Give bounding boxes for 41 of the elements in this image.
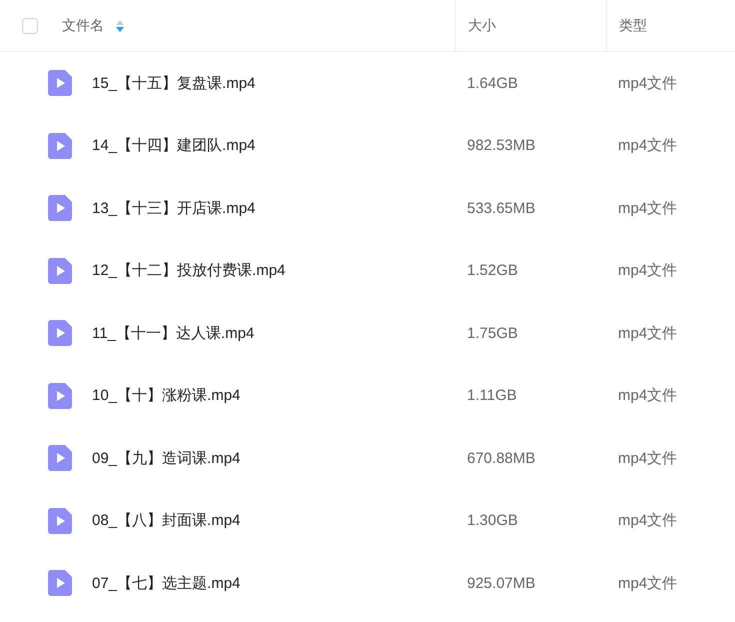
file-name[interactable]: 15_【十五】复盘课.mp4: [92, 74, 256, 93]
file-type: mp4文件: [617, 511, 678, 530]
file-size: 982.53MB: [466, 137, 536, 154]
column-header[interactable]: 类型: [619, 16, 647, 34]
video-file-icon: [48, 132, 72, 159]
column-header[interactable]: 文件名: [62, 16, 104, 34]
file-size: 1.30GB: [466, 512, 519, 530]
file-type: mp4文件: [617, 74, 678, 93]
file-size: 925.07MB: [466, 574, 536, 592]
video-file-icon: [48, 382, 72, 409]
file-name[interactable]: 14_【十四】建团队.mp4: [92, 136, 256, 156]
select-all-checkbox[interactable]: [22, 18, 38, 34]
file-type: mp4文件: [617, 448, 678, 468]
file-type: mp4文件: [617, 198, 678, 218]
video-file-icon: [48, 195, 72, 222]
video-file-icon: [48, 258, 72, 284]
file-name[interactable]: 10_【十】涨粉课.mp4: [92, 386, 240, 406]
video-file-icon: [48, 570, 72, 596]
column-header[interactable]: 大小: [468, 16, 496, 34]
file-name[interactable]: 09_【九】造词课.mp4: [92, 448, 240, 468]
video-file-icon: [48, 508, 72, 534]
file-name[interactable]: 11_【十一】达人课.mp4: [92, 324, 254, 343]
video-file-icon: [48, 320, 72, 346]
file-size: 670.88MB: [466, 450, 536, 467]
file-name[interactable]: 12_【十二】投放付费课.mp4: [92, 261, 286, 280]
video-file-icon: [48, 70, 72, 96]
file-name[interactable]: 08_【八】封面课.mp4: [92, 511, 240, 530]
file-name[interactable]: 07_【七】选主题.mp4: [92, 574, 240, 593]
file-name[interactable]: 13_【十三】开店课.mp4: [92, 198, 256, 218]
file-size: 1.64GB: [466, 74, 519, 92]
file-size: 1.52GB: [466, 262, 519, 280]
file-size: 1.75GB: [466, 324, 519, 342]
video-file-icon: [48, 445, 72, 472]
file-type: mp4文件: [617, 261, 678, 280]
file-type: mp4文件: [617, 324, 678, 343]
file-type: mp4文件: [617, 386, 678, 406]
file-size: 533.65MB: [466, 200, 536, 217]
file-type: mp4文件: [617, 136, 678, 156]
file-size: 1.11GB: [466, 387, 518, 404]
sort-icon[interactable]: [116, 18, 124, 32]
file-type: mp4文件: [617, 574, 678, 593]
